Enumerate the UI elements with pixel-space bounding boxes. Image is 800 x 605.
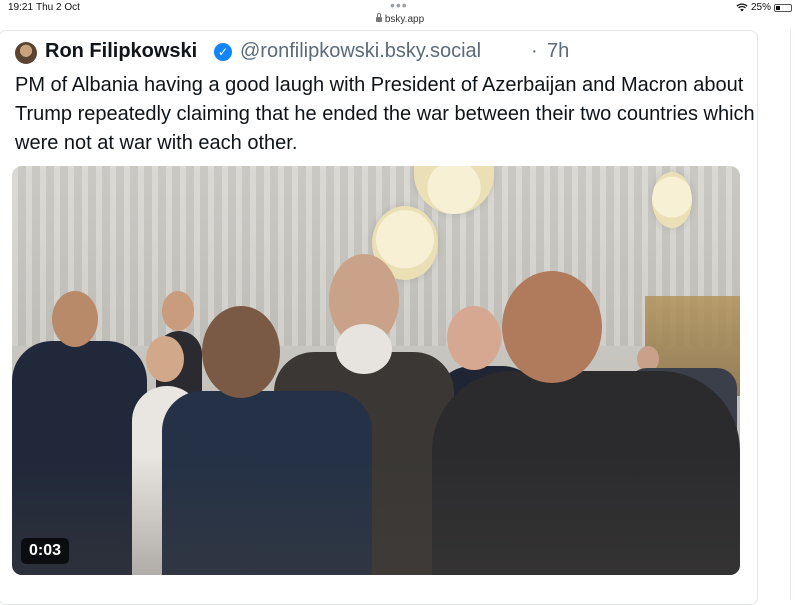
floor-shade bbox=[12, 455, 740, 575]
wifi-icon bbox=[736, 3, 748, 12]
status-date: Thu 2 Oct bbox=[36, 2, 80, 13]
post-text: PM of Albania having a good laugh with P… bbox=[15, 74, 755, 154]
battery-percent: 25% bbox=[750, 2, 771, 13]
lock-icon bbox=[375, 13, 382, 22]
video-time-badge: 0:03 bbox=[21, 538, 70, 564]
post-time[interactable]: 7h bbox=[547, 40, 569, 63]
url-text: bsky.app bbox=[384, 14, 425, 25]
avatar[interactable] bbox=[15, 42, 37, 64]
verified-badge-icon[interactable]: ✓ bbox=[214, 43, 232, 61]
battery-icon bbox=[774, 3, 792, 12]
video-player[interactable] bbox=[12, 166, 740, 575]
status-right: 25% bbox=[736, 2, 792, 13]
divider bbox=[790, 30, 791, 600]
author-name[interactable]: Ron Filipkowski bbox=[45, 40, 197, 63]
status-bar: 19:21 Thu 2 Oct ••• 25% bbox=[0, 0, 800, 14]
decor-disc bbox=[652, 172, 692, 228]
url-bar[interactable]: bsky.app bbox=[0, 13, 800, 28]
multitasking-dots[interactable]: ••• bbox=[390, 0, 408, 13]
separator-dot: · bbox=[531, 40, 538, 62]
author-handle[interactable]: @ronfilipkowski.bsky.social bbox=[240, 40, 481, 63]
status-time: 19:21 bbox=[8, 2, 34, 13]
